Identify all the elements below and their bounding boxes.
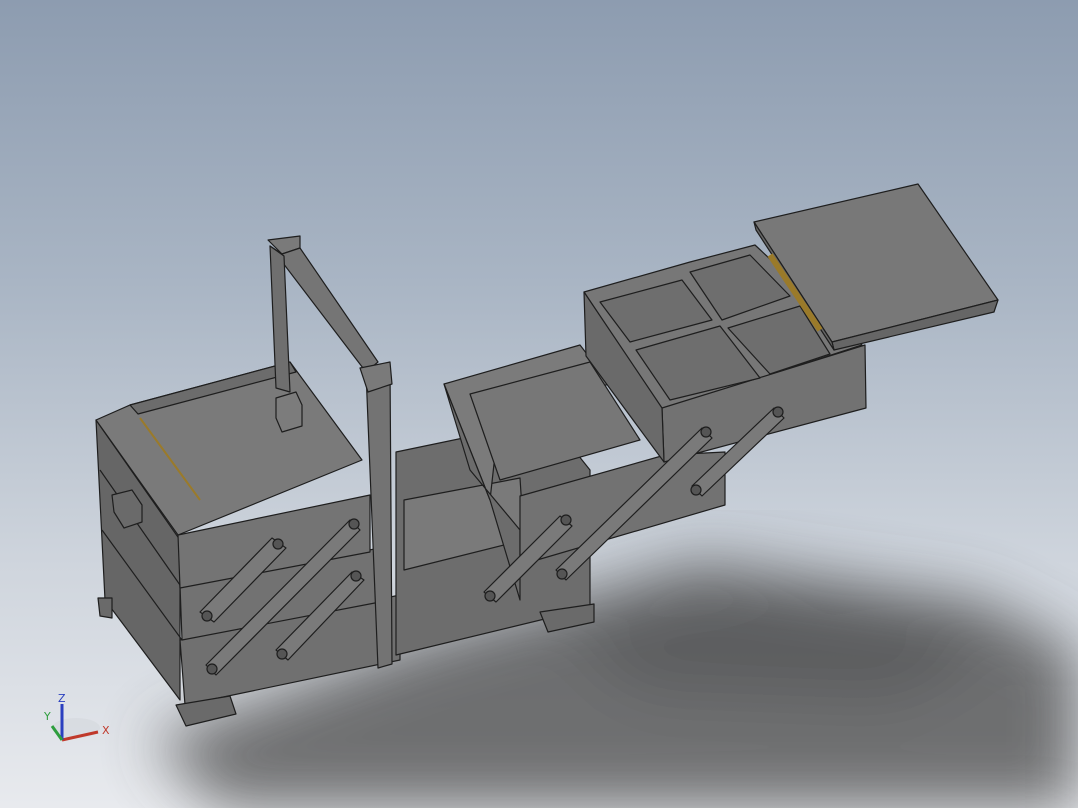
sewing-box-model[interactable] (0, 0, 1078, 808)
x-axis-label: X (102, 724, 110, 737)
graphics-viewport[interactable]: X Z Y (0, 0, 1078, 808)
coordinate-triad: X Z Y (43, 692, 110, 742)
z-axis-label: Z (58, 692, 66, 705)
y-axis-label: Y (43, 710, 51, 723)
